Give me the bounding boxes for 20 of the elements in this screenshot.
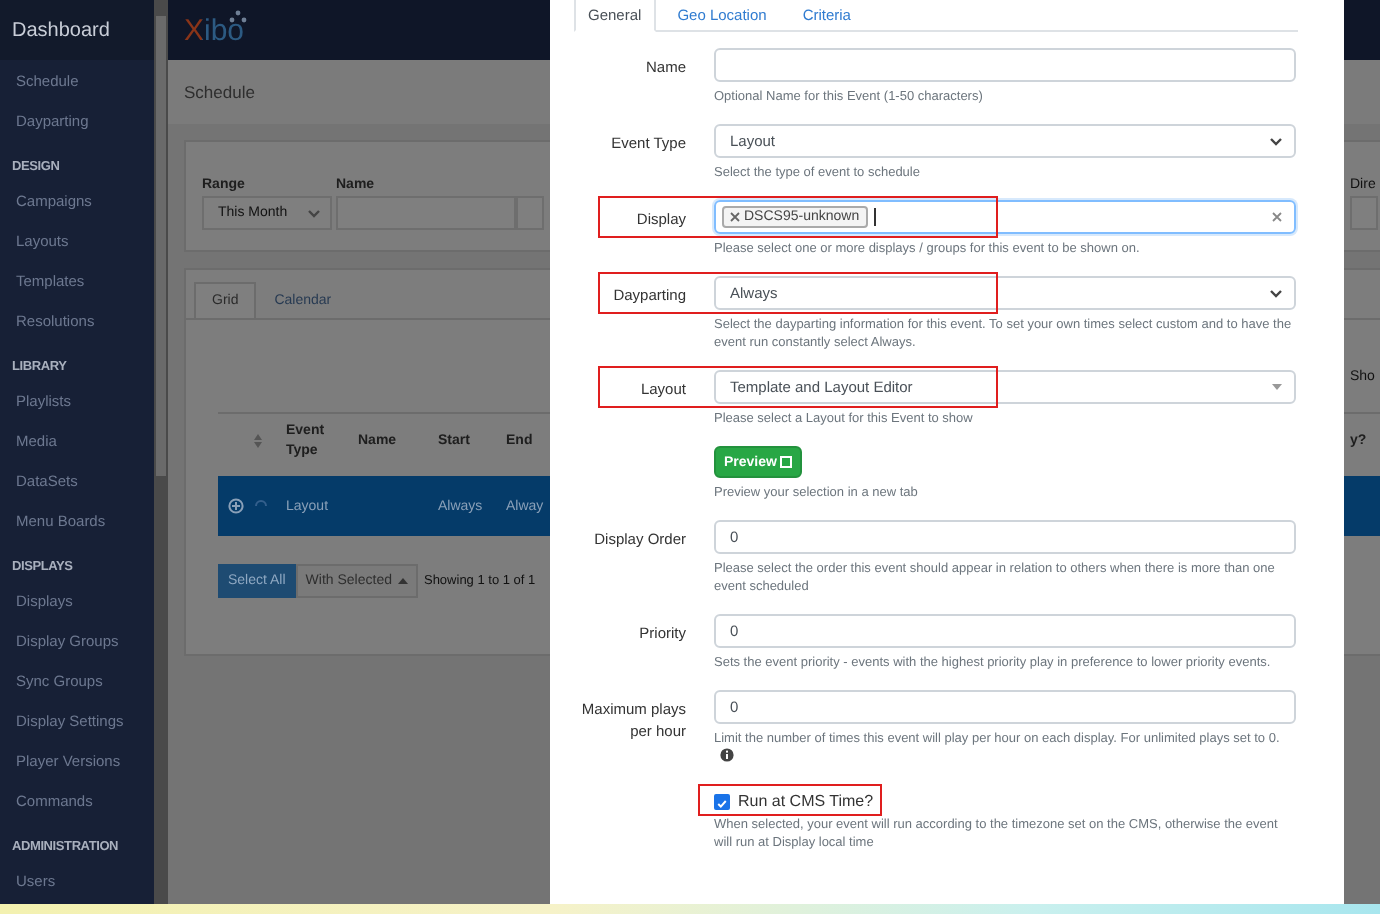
external-link-icon xyxy=(780,456,793,468)
logo: Xibo xyxy=(184,13,245,47)
sort-icon[interactable] xyxy=(254,434,262,448)
remove-icon[interactable] xyxy=(730,212,740,222)
info-icon[interactable] xyxy=(720,748,734,762)
chevron-down-icon xyxy=(1270,137,1282,145)
caret-up-icon xyxy=(397,578,408,584)
scrollbar-thumb[interactable] xyxy=(156,16,166,476)
chevron-down-icon xyxy=(308,209,320,217)
text-input[interactable] xyxy=(714,48,1296,82)
caret-down-icon xyxy=(1272,384,1282,390)
clear-icon[interactable] xyxy=(1272,212,1282,222)
recurrence-icon xyxy=(254,500,268,512)
chevron-down-icon xyxy=(1270,289,1282,297)
checkbox-label: Run at CMS Time? xyxy=(738,792,874,810)
sidebar-title[interactable]: Dashboard xyxy=(0,0,154,60)
expand-icon[interactable] xyxy=(228,498,244,514)
checkbox[interactable] xyxy=(714,793,730,809)
text-cursor-icon xyxy=(873,208,878,226)
scrollbar-track[interactable] xyxy=(154,0,168,904)
